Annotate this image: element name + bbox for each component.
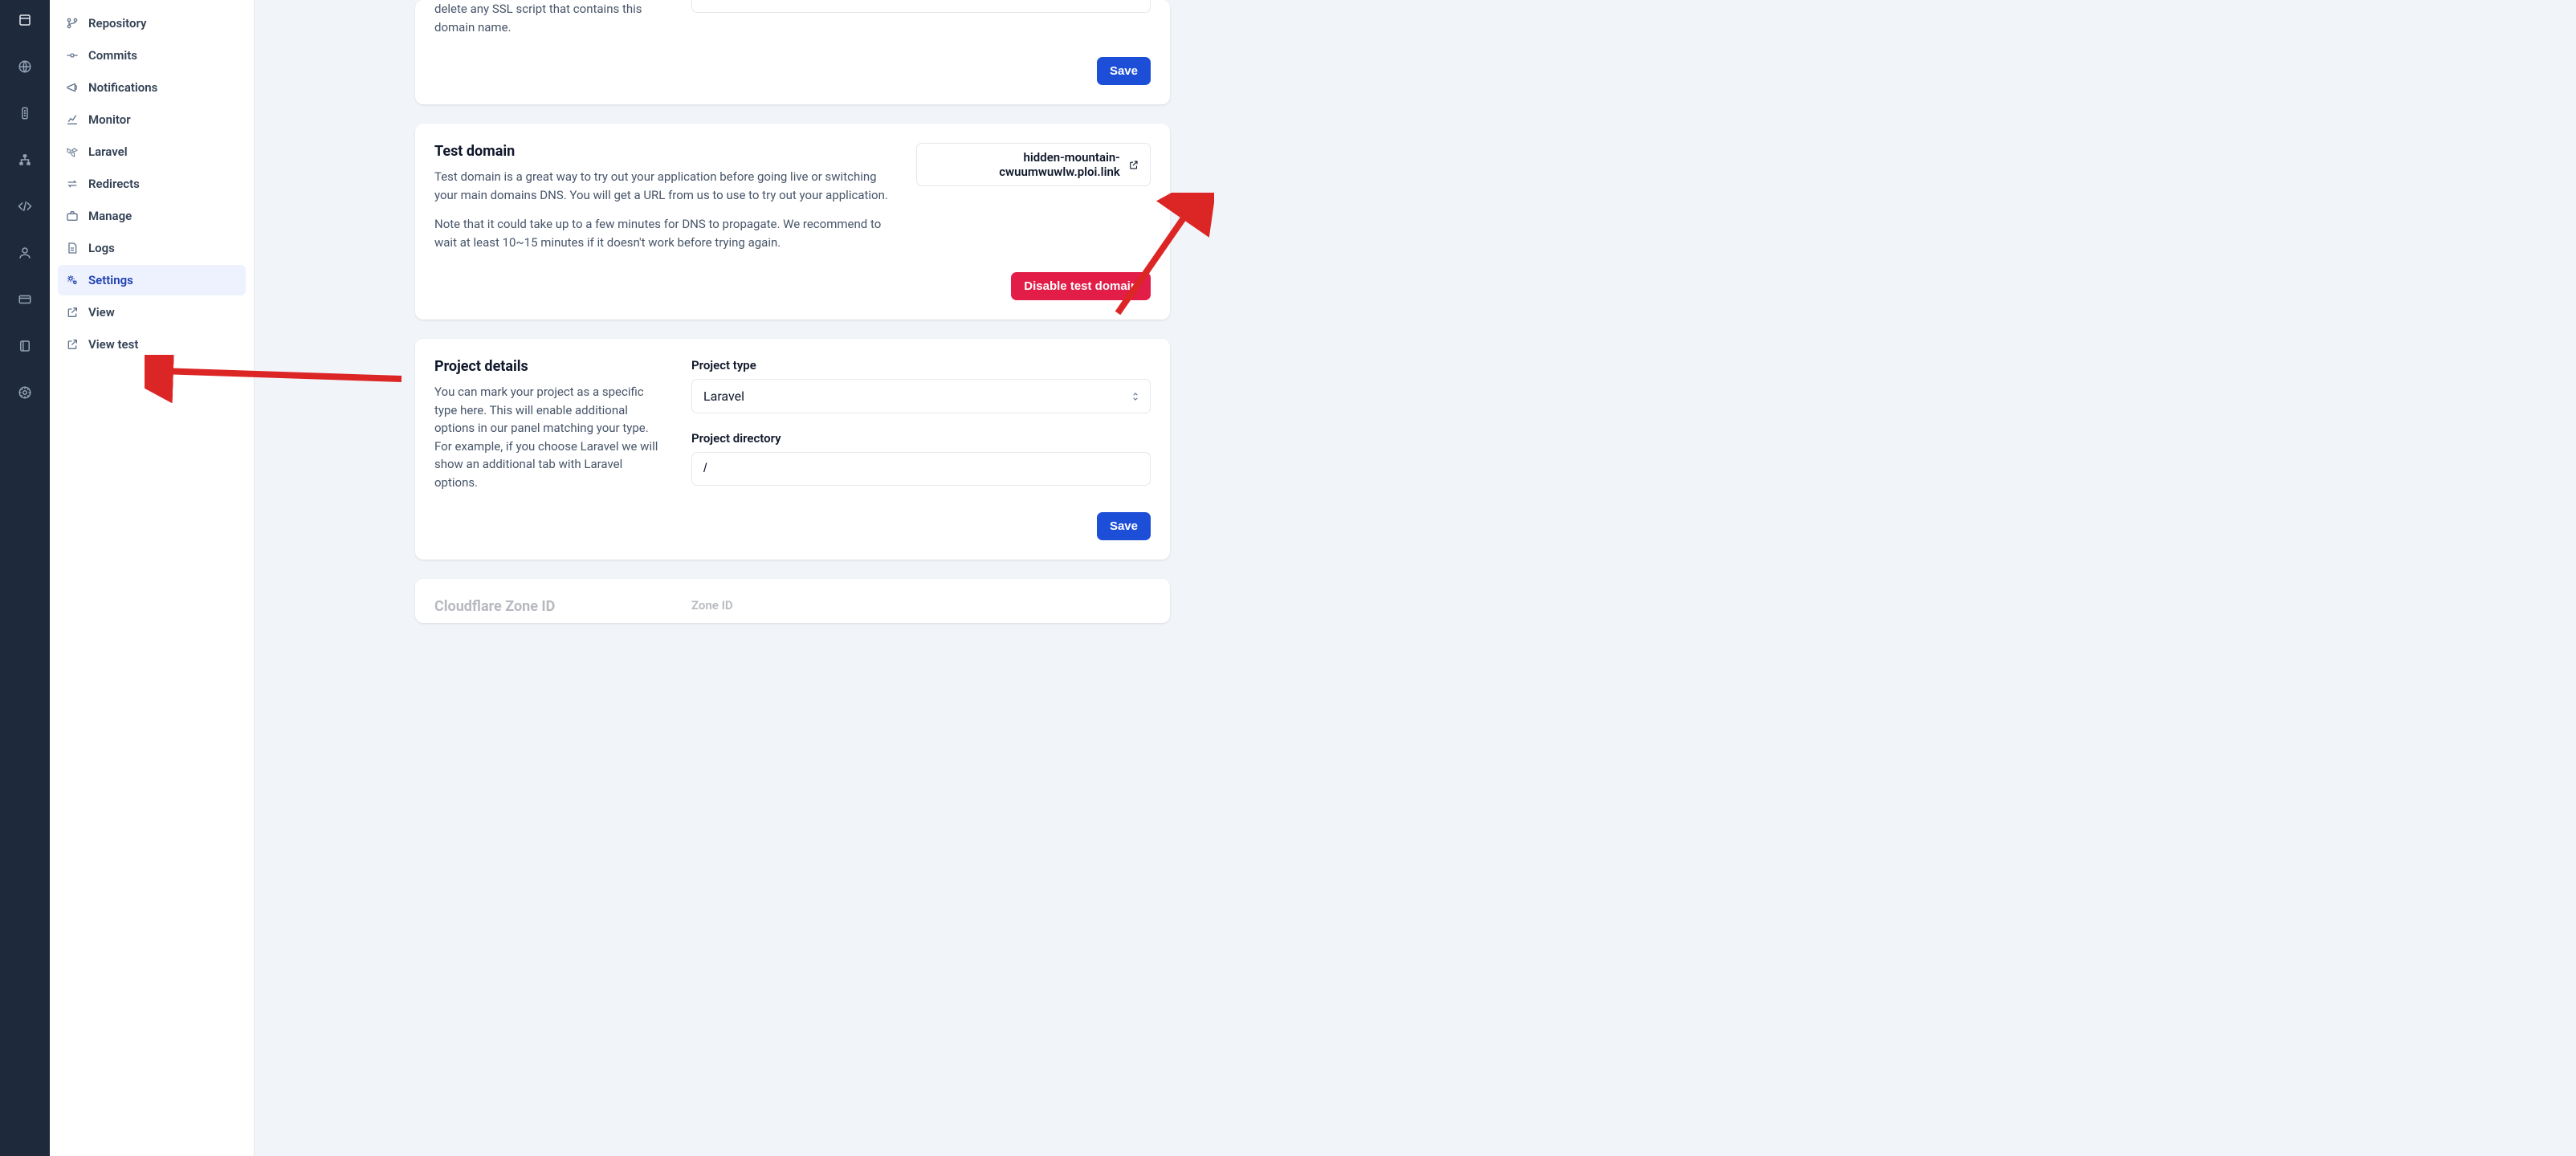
rail-item-globe[interactable] bbox=[0, 47, 50, 87]
sidebar-item-settings[interactable]: Settings bbox=[58, 265, 246, 295]
test-domain-desc: Test domain is a great way to try out yo… bbox=[434, 168, 892, 204]
project-type-label: Project type bbox=[691, 358, 1151, 372]
book-icon bbox=[18, 339, 32, 353]
project-dir-label: Project directory bbox=[691, 431, 1151, 446]
sidebar-item-label: Redirects bbox=[88, 177, 140, 191]
git-branch-icon bbox=[66, 17, 79, 30]
external-icon bbox=[66, 306, 79, 319]
ssl-desc-fragment: delete any SSL script that contains this… bbox=[434, 0, 667, 36]
rail-item-network[interactable] bbox=[0, 140, 50, 180]
project-type-select[interactable]: Laravel bbox=[691, 379, 1151, 413]
laravel-icon bbox=[66, 145, 79, 158]
sidebar-item-laravel[interactable]: Laravel bbox=[58, 136, 246, 167]
sidebar-item-view-test[interactable]: View test bbox=[58, 329, 246, 360]
code-icon bbox=[18, 199, 32, 214]
rail-item-traffic[interactable] bbox=[0, 93, 50, 133]
project-details-desc: You can mark your project as a specific … bbox=[434, 383, 667, 491]
gears-icon bbox=[66, 274, 79, 287]
sidebar-item-manage[interactable]: Manage bbox=[58, 201, 246, 231]
home-icon bbox=[18, 13, 32, 27]
rail-item-help[interactable] bbox=[0, 372, 50, 413]
rail-item-code[interactable] bbox=[0, 186, 50, 226]
project-dir-input[interactable] bbox=[691, 452, 1151, 486]
network-icon bbox=[18, 153, 32, 167]
sidebar-item-label: View bbox=[88, 305, 115, 320]
project-save-button[interactable]: Save bbox=[1097, 512, 1151, 540]
test-domain-title: Test domain bbox=[434, 143, 892, 160]
project-details-title: Project details bbox=[434, 358, 667, 375]
cloudflare-title: Cloudflare Zone ID bbox=[434, 598, 667, 615]
sidebar: Repository Commits Notifications Monitor… bbox=[50, 0, 255, 1156]
file-icon bbox=[66, 242, 79, 254]
sidebar-item-label: Commits bbox=[88, 48, 137, 63]
sidebar-item-label: Repository bbox=[88, 16, 146, 31]
globe-icon bbox=[18, 59, 32, 74]
sidebar-item-label: Notifications bbox=[88, 80, 157, 95]
card-project-details: Project details You can mark your projec… bbox=[415, 339, 1170, 560]
test-domain-url: hidden-mountain-cwuumwuwlw.ploi.link bbox=[928, 150, 1120, 179]
user-icon bbox=[18, 246, 32, 260]
sidebar-item-notifications[interactable]: Notifications bbox=[58, 72, 246, 103]
external-icon bbox=[1128, 159, 1139, 171]
sidebar-item-monitor[interactable]: Monitor bbox=[58, 104, 246, 135]
sidebar-item-label: Laravel bbox=[88, 144, 128, 159]
help-icon bbox=[18, 385, 32, 400]
sidebar-item-repository[interactable]: Repository bbox=[58, 8, 246, 39]
card-icon bbox=[18, 292, 32, 307]
left-rail bbox=[0, 0, 50, 1156]
rail-item-book[interactable] bbox=[0, 326, 50, 366]
sidebar-item-label: View test bbox=[88, 337, 138, 352]
main-content: delete any SSL script that contains this… bbox=[255, 0, 2576, 1156]
sidebar-item-label: Logs bbox=[88, 241, 115, 255]
external-icon bbox=[66, 338, 79, 351]
test-domain-link[interactable]: hidden-mountain-cwuumwuwlw.ploi.link bbox=[916, 143, 1151, 186]
sidebar-item-redirects[interactable]: Redirects bbox=[58, 169, 246, 199]
disable-test-domain-button[interactable]: Disable test domain bbox=[1011, 272, 1151, 300]
rail-item-home[interactable] bbox=[0, 0, 50, 40]
briefcase-icon bbox=[66, 210, 79, 222]
chart-line-icon bbox=[66, 113, 79, 126]
sidebar-item-label: Manage bbox=[88, 209, 132, 223]
rail-item-card[interactable] bbox=[0, 279, 50, 320]
megaphone-icon bbox=[66, 81, 79, 94]
card-cloudflare: Cloudflare Zone ID Zone ID bbox=[415, 579, 1170, 623]
arrows-icon bbox=[66, 177, 79, 190]
traffic-icon bbox=[18, 106, 32, 120]
sidebar-item-label: Monitor bbox=[88, 112, 131, 127]
sidebar-item-commits[interactable]: Commits bbox=[58, 40, 246, 71]
card-ssl: delete any SSL script that contains this… bbox=[415, 0, 1170, 104]
test-domain-note: Note that it could take up to a few minu… bbox=[434, 215, 892, 251]
cloudflare-zone-label: Zone ID bbox=[691, 598, 1151, 613]
sidebar-item-logs[interactable]: Logs bbox=[58, 233, 246, 263]
project-type-value: Laravel bbox=[703, 389, 744, 404]
sidebar-item-label: Settings bbox=[88, 273, 133, 287]
ssl-save-button[interactable]: Save bbox=[1097, 57, 1151, 85]
commit-icon bbox=[66, 49, 79, 62]
sidebar-item-view[interactable]: View bbox=[58, 297, 246, 328]
rail-item-user[interactable] bbox=[0, 233, 50, 273]
card-test-domain: Test domain Test domain is a great way t… bbox=[415, 124, 1170, 320]
